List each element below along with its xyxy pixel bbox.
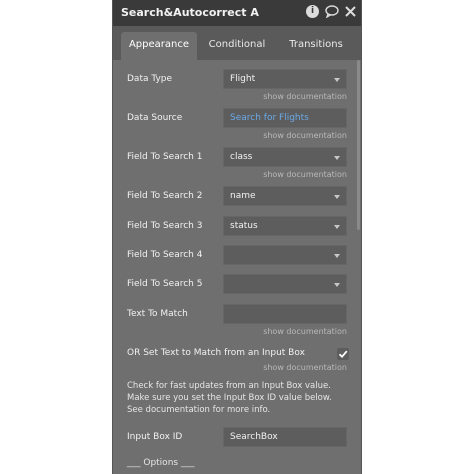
- field-to-search-5-dropdown[interactable]: [223, 274, 347, 294]
- comment-icon[interactable]: [325, 5, 339, 18]
- field-to-search-3-dropdown[interactable]: status: [223, 216, 347, 236]
- input-box-id-input[interactable]: SearchBox: [223, 427, 347, 447]
- tab-appearance[interactable]: Appearance: [121, 32, 197, 60]
- data-type-dropdown[interactable]: Flight: [223, 69, 347, 89]
- field-to-search-1-dropdown[interactable]: class: [223, 147, 347, 167]
- panel-title: Search&Autocorrect A: [121, 6, 259, 19]
- field-to-search-4-dropdown[interactable]: [223, 245, 347, 265]
- field-to-search-4-label: Field To Search 4: [127, 250, 203, 260]
- field-to-search-1-label: Field To Search 1: [127, 152, 203, 162]
- input-box-toggle-label: OR Set Text to Match from an Input Box: [127, 348, 305, 358]
- tab-transitions[interactable]: Transitions: [277, 32, 355, 60]
- field-to-search-3-value: status: [230, 221, 258, 231]
- show-documentation-link[interactable]: show documentation: [263, 92, 347, 101]
- tab-bar: Appearance Conditional Transitions: [113, 26, 361, 60]
- field-to-search-2-dropdown[interactable]: name: [223, 186, 347, 206]
- data-type-label: Data Type: [127, 74, 173, 84]
- input-box-checkbox[interactable]: [337, 348, 349, 360]
- field-to-search-5-label: Field To Search 5: [127, 279, 203, 289]
- field-to-search-2-value: name: [230, 191, 256, 201]
- checkmark-icon: [338, 350, 348, 359]
- input-box-id-value: SearchBox: [230, 432, 278, 442]
- field-to-search-2-label: Field To Search 2: [127, 191, 203, 201]
- show-documentation-link[interactable]: show documentation: [263, 131, 347, 140]
- chevron-down-icon: [334, 254, 340, 258]
- data-type-value: Flight: [230, 74, 256, 84]
- chevron-down-icon: [334, 195, 340, 199]
- input-box-info-text: Check for fast updates from an Input Box…: [127, 381, 332, 415]
- show-documentation-link[interactable]: show documentation: [263, 363, 347, 372]
- data-source-value: Search for Flights: [230, 113, 309, 123]
- info-icon[interactable]: i: [306, 5, 319, 18]
- chevron-down-icon: [334, 156, 340, 160]
- close-icon[interactable]: [345, 6, 356, 17]
- panel-titlebar: Search&Autocorrect A i: [113, 0, 361, 26]
- text-to-match-input[interactable]: [223, 304, 347, 324]
- property-editor-panel: Search&Autocorrect A i Appearance Condit…: [112, 0, 362, 474]
- data-source-label: Data Source: [127, 113, 183, 123]
- input-box-id-label: Input Box ID: [127, 432, 183, 442]
- show-documentation-link[interactable]: show documentation: [263, 170, 347, 179]
- field-to-search-3-label: Field To Search 3: [127, 221, 203, 231]
- chevron-down-icon: [334, 283, 340, 287]
- data-source-field[interactable]: Search for Flights: [223, 108, 347, 128]
- chevron-down-icon: [334, 225, 340, 229]
- field-to-search-1-value: class: [230, 152, 253, 162]
- title-icons: i: [306, 5, 356, 18]
- show-documentation-link[interactable]: show documentation: [263, 327, 347, 336]
- tab-conditional[interactable]: Conditional: [201, 32, 273, 60]
- text-to-match-label: Text To Match: [127, 309, 188, 319]
- scrollbar[interactable]: [357, 60, 360, 230]
- chevron-down-icon: [334, 78, 340, 82]
- options-heading: ___ Options ___: [127, 458, 195, 468]
